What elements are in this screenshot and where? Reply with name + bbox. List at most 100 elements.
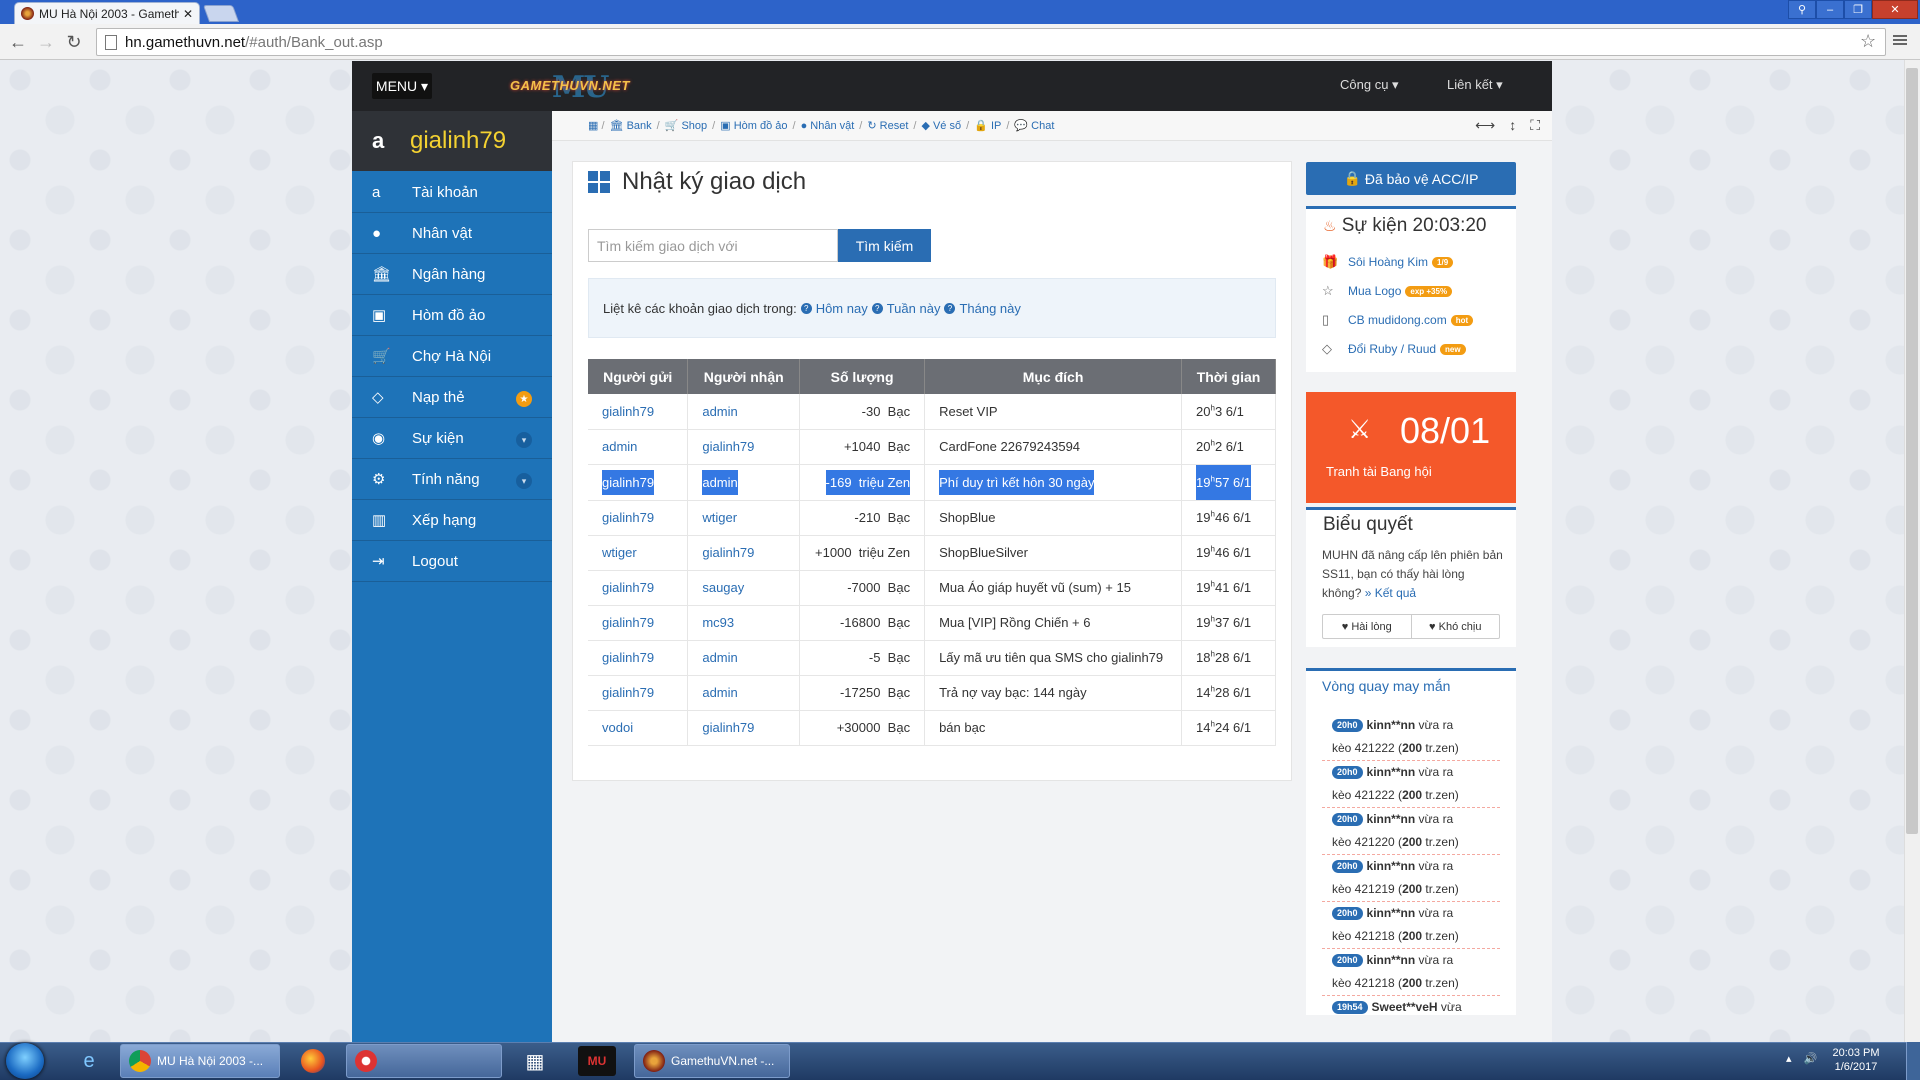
- sender-link[interactable]: vodoi: [602, 720, 633, 735]
- sidebar-item-market[interactable]: 🛒 Chợ Hà Nội: [352, 336, 552, 377]
- sidebar-item-logout[interactable]: ⇥ Logout: [352, 541, 552, 582]
- volume-icon[interactable]: 🔊: [1804, 1052, 1818, 1065]
- sidebar-item-features[interactable]: ⚙ Tính năng ▾: [352, 459, 552, 500]
- minimize-button[interactable]: –: [1816, 0, 1844, 19]
- guild-war-date-box[interactable]: ⚔ 08/01 Tranh tài Bang hội: [1306, 392, 1516, 503]
- user-icon[interactable]: ⚲: [1788, 0, 1816, 19]
- sidebar-item-inventory[interactable]: ▣ Hòm đồ ảo: [352, 295, 552, 336]
- sidebar-item-character[interactable]: ● Nhân vật: [352, 213, 552, 254]
- sender-link[interactable]: gialinh79: [602, 580, 654, 595]
- chrome-menu-icon[interactable]: [1893, 33, 1907, 47]
- sidebar-item-account[interactable]: a Tài khoản: [352, 172, 552, 213]
- poll-result-link[interactable]: » Kết quả: [1365, 586, 1416, 600]
- col-receiver[interactable]: Người nhận: [687, 359, 801, 394]
- start-button[interactable]: [6, 1043, 44, 1079]
- poll-no-button[interactable]: ♥ Khó chịu: [1410, 615, 1500, 638]
- site-logo[interactable]: MU GAMETHUVN.NET: [510, 70, 630, 105]
- bookmark-star-icon[interactable]: ☆: [1860, 31, 1876, 52]
- back-icon[interactable]: ←: [6, 30, 30, 54]
- tools-dropdown[interactable]: Công cụ ▾: [1340, 77, 1399, 93]
- taskbar-gamethuvn-task[interactable]: GamethuVN.net -...: [634, 1044, 790, 1078]
- filter-week-link[interactable]: Tuần này: [887, 301, 941, 316]
- sender-link[interactable]: gialinh79: [602, 510, 654, 525]
- col-sender[interactable]: Người gửi: [588, 359, 689, 394]
- clock[interactable]: 20:03 PM 1/6/2017: [1826, 1046, 1886, 1074]
- calculator-icon[interactable]: ▦: [516, 1046, 554, 1076]
- poll-yes-button[interactable]: ♥ Hài lòng: [1323, 615, 1411, 638]
- reload-icon[interactable]: ↻: [62, 30, 86, 54]
- col-amount[interactable]: Số lượng: [799, 359, 926, 394]
- sender-link[interactable]: wtiger: [602, 545, 637, 560]
- firefox-icon[interactable]: [294, 1046, 332, 1076]
- receiver-link[interactable]: gialinh79: [702, 720, 754, 735]
- breadcrumb-lottery[interactable]: ◆ Vé số: [921, 119, 961, 132]
- taskbar-garena-task[interactable]: [346, 1044, 502, 1078]
- sender-link[interactable]: gialinh79: [602, 404, 654, 419]
- breadcrumb-bank[interactable]: 🏛 Bank: [610, 119, 652, 132]
- sender-link[interactable]: admin: [602, 439, 637, 454]
- sender-link[interactable]: gialinh79: [602, 650, 654, 665]
- sidebar-item-bank[interactable]: 🏛 Ngân hàng: [352, 254, 552, 295]
- ie-icon[interactable]: e: [70, 1046, 108, 1076]
- search-input[interactable]: [588, 229, 838, 262]
- breadcrumb-character[interactable]: ● Nhân vật: [801, 120, 855, 132]
- chevron-down-icon[interactable]: ▾: [516, 432, 532, 448]
- receiver-link[interactable]: admin: [702, 475, 737, 490]
- sidebar-item-label: Tính năng: [412, 470, 480, 488]
- browser-tab[interactable]: MU Hà Nội 2003 - Gameth ✕: [14, 2, 200, 24]
- tray-arrow-icon[interactable]: ▴: [1786, 1052, 1792, 1065]
- calendar-icon[interactable]: ▦: [588, 119, 598, 132]
- event-item[interactable]: ▯ CB mudidong.com hot: [1322, 312, 1474, 328]
- new-tab-button[interactable]: [202, 5, 240, 22]
- receiver-link[interactable]: wtiger: [702, 510, 737, 525]
- receiver-link[interactable]: admin: [702, 404, 737, 419]
- maximize-button[interactable]: ❐: [1844, 0, 1872, 19]
- event-item[interactable]: ☆ Mua Logo exp +35%: [1322, 283, 1453, 299]
- receiver-link[interactable]: admin: [702, 650, 737, 665]
- breadcrumb-chat[interactable]: 💬 Chat: [1014, 119, 1054, 132]
- sender-link[interactable]: gialinh79: [602, 615, 654, 630]
- event-label[interactable]: CB mudidong.com: [1348, 313, 1447, 327]
- receiver-link[interactable]: mc93: [702, 615, 734, 630]
- fire-icon: ♨: [1323, 218, 1337, 235]
- sender-link[interactable]: gialinh79: [602, 475, 654, 490]
- forward-icon[interactable]: →: [34, 30, 58, 54]
- expand-vertical-icon[interactable]: ↕: [1509, 117, 1516, 134]
- col-purpose[interactable]: Mục đích: [924, 359, 1183, 394]
- sidebar-item-topup[interactable]: ◇ Nạp thẻ ★: [352, 377, 552, 418]
- breadcrumb-shop[interactable]: 🛒 Shop: [665, 119, 707, 132]
- chevron-down-icon[interactable]: ▾: [516, 473, 532, 489]
- menu-button[interactable]: MENU ▾: [372, 73, 432, 99]
- breadcrumb-inventory[interactable]: ▣ Hòm đồ ảo: [720, 119, 787, 132]
- event-label[interactable]: Mua Logo: [1348, 284, 1401, 298]
- links-dropdown[interactable]: Liên kết ▾: [1447, 77, 1503, 93]
- event-item[interactable]: 🎁 Sôi Hoàng Kim 1/9: [1322, 254, 1454, 270]
- search-button[interactable]: Tìm kiếm: [838, 229, 931, 262]
- sidebar-item-events[interactable]: ◉ Sự kiện ▾: [352, 418, 552, 459]
- close-window-button[interactable]: ✕: [1872, 0, 1918, 19]
- protect-account-button[interactable]: 🔒 Đã bảo vệ ACC/IP: [1306, 162, 1516, 195]
- event-label[interactable]: Đổi Ruby / Ruud: [1348, 342, 1436, 356]
- col-time[interactable]: Thời gian: [1181, 359, 1276, 394]
- breadcrumb-ip[interactable]: 🔒 IP: [974, 119, 1001, 132]
- receiver-link[interactable]: gialinh79: [702, 439, 754, 454]
- show-desktop-button[interactable]: [1906, 1042, 1920, 1080]
- address-bar[interactable]: hn.gamethuvn.net/#auth/Bank_out.asp: [96, 28, 1886, 56]
- filter-today-link[interactable]: Hôm nay: [816, 301, 868, 316]
- receiver-link[interactable]: admin: [702, 685, 737, 700]
- receiver-link[interactable]: saugay: [702, 580, 744, 595]
- tab-close-icon[interactable]: ✕: [183, 7, 193, 21]
- receiver-link[interactable]: gialinh79: [702, 545, 754, 560]
- mu-game-icon[interactable]: MU: [578, 1046, 616, 1076]
- lucky-player: kinn**nn: [1366, 953, 1416, 967]
- sender-link[interactable]: gialinh79: [602, 685, 654, 700]
- event-item[interactable]: ◇ Đổi Ruby / Ruud new: [1322, 341, 1466, 357]
- taskbar-chrome-task[interactable]: MU Hà Nội 2003 -...: [120, 1044, 280, 1078]
- scrollbar-thumb[interactable]: [1906, 68, 1918, 834]
- filter-month-link[interactable]: Tháng này: [959, 301, 1020, 316]
- expand-horizontal-icon[interactable]: ⟷: [1475, 117, 1495, 134]
- fullscreen-icon[interactable]: ⛶: [1530, 117, 1540, 134]
- event-label[interactable]: Sôi Hoàng Kim: [1348, 255, 1428, 269]
- sidebar-item-ranking[interactable]: ▥ Xếp hạng: [352, 500, 552, 541]
- breadcrumb-reset[interactable]: ↻ Reset: [867, 119, 908, 132]
